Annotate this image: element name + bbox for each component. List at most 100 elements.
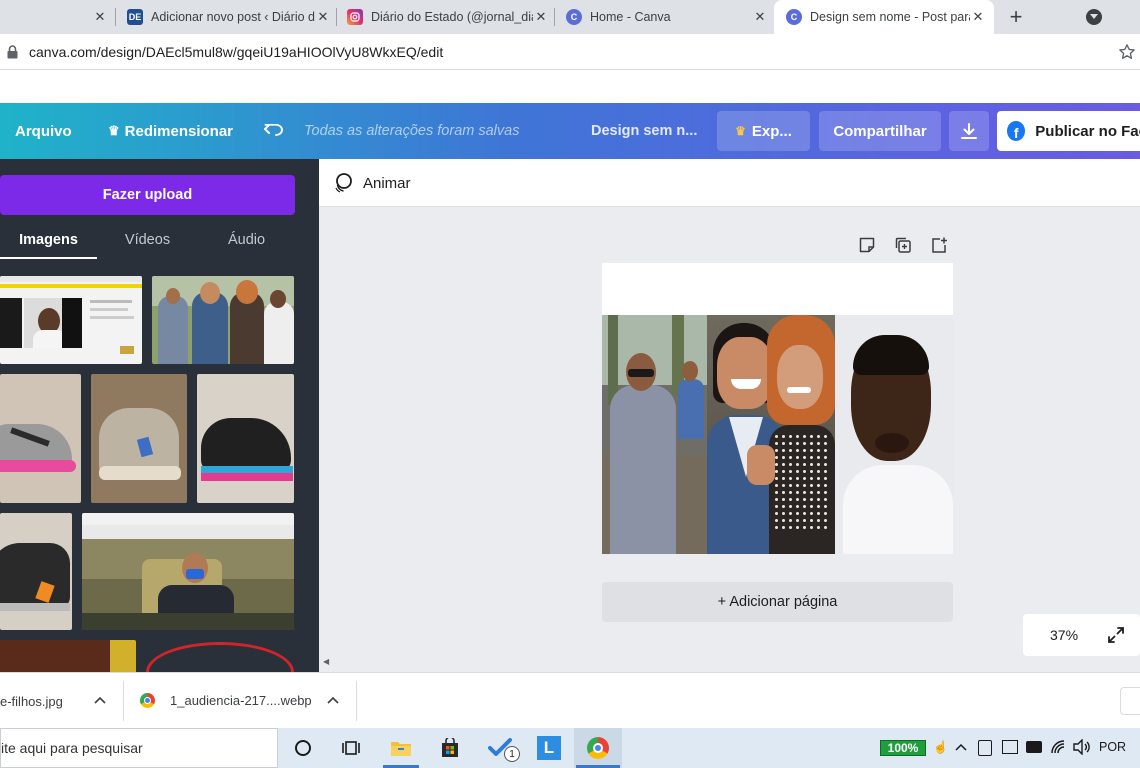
meet-icon[interactable] — [1002, 740, 1018, 754]
show-all-downloads-button[interactable] — [1120, 687, 1140, 715]
battery-icon[interactable] — [1026, 741, 1042, 753]
export-label: Exp... — [751, 122, 792, 140]
export-button[interactable]: ♛ Exp... — [717, 111, 810, 151]
touch-icon[interactable]: ☝ — [933, 740, 948, 756]
browser-tab-2[interactable]: DE Adicionar novo post ‹ Diário d ✕ — [117, 0, 337, 34]
collage-photo-left — [602, 315, 707, 554]
new-tab-button[interactable]: + — [1004, 4, 1028, 29]
design-page-canvas[interactable] — [602, 263, 953, 554]
page-notes-icon[interactable] — [858, 236, 876, 254]
tab-title: Design sem nome - Post para — [810, 10, 970, 24]
animate-label: Animar — [363, 174, 411, 192]
cortana-icon[interactable] — [283, 728, 323, 768]
save-status: Todas as alterações foram salvas — [304, 123, 520, 139]
close-icon[interactable]: ✕ — [315, 9, 331, 25]
file-menu-button[interactable]: Arquivo — [15, 103, 72, 159]
tab-audio[interactable]: Áudio — [198, 221, 295, 259]
undo-icon[interactable] — [263, 121, 285, 141]
add-page-button[interactable]: + Adicionar página — [602, 582, 953, 622]
tab-title: Adicionar novo post ‹ Diário d — [151, 10, 315, 24]
file-explorer-icon[interactable] — [381, 728, 421, 768]
todo-badge: 1 — [504, 746, 520, 762]
browser-tab-1[interactable]: ✕ — [0, 0, 116, 34]
upload-thumbnail-sneaker-1[interactable] — [0, 374, 81, 503]
tab-title: Diário do Estado (@jornal_dia — [371, 10, 533, 24]
upload-thumbnail-partial-red[interactable] — [146, 640, 294, 672]
upload-thumbnail-sneaker-2[interactable] — [91, 374, 187, 503]
device-icon[interactable] — [978, 740, 992, 756]
address-bar[interactable]: canva.com/design/DAEcl5mul8w/gqeiU19aHIO… — [0, 34, 1140, 70]
todo-icon[interactable]: 1 — [480, 728, 520, 768]
download-filename: e-filhos.jpg — [0, 693, 63, 709]
upload-thumbnail-group-photo[interactable] — [152, 276, 294, 364]
collage-photo-right — [835, 315, 953, 554]
battery-indicator[interactable]: 100% — [880, 740, 926, 756]
editor-toolbar: Animar — [319, 159, 1140, 207]
upload-thumbnail-partial[interactable] — [0, 640, 136, 672]
canva-header: Arquivo ♛ Redimensionar Todas as alteraç… — [0, 103, 1140, 159]
zoom-control: 37% — [1023, 614, 1140, 656]
fullscreen-icon[interactable] — [1107, 626, 1125, 644]
canva-icon: C — [786, 9, 802, 25]
zoom-level[interactable]: 37% — [1050, 627, 1078, 643]
download-item-1[interactable]: e-filhos.jpg — [0, 673, 123, 729]
publish-facebook-button[interactable]: f Publicar no Fac — [997, 111, 1140, 151]
crown-icon: ♛ — [735, 124, 746, 138]
upload-button[interactable]: Fazer upload — [0, 175, 295, 215]
wifi-icon[interactable] — [1050, 739, 1068, 755]
download-icon — [961, 123, 977, 139]
close-icon[interactable]: ✕ — [533, 9, 549, 25]
browser-tab-strip: ✕ DE Adicionar novo post ‹ Diário d ✕ Di… — [0, 0, 1140, 34]
upload-thumbnail-session-photo[interactable] — [82, 513, 294, 630]
lock-icon — [7, 45, 18, 59]
resize-label: Redimensionar — [124, 122, 234, 140]
bookmark-star-icon[interactable] — [1118, 43, 1136, 61]
volume-icon[interactable] — [1073, 739, 1091, 755]
app-l-icon[interactable]: L — [529, 728, 569, 768]
taskbar-search-box[interactable]: ite aqui para pesquisar — [0, 728, 278, 768]
tab-title: Home - Canva — [590, 10, 671, 24]
chevron-up-icon[interactable] — [94, 696, 106, 704]
language-indicator[interactable]: POR — [1099, 740, 1126, 754]
download-filename: 1_audiencia-217....webp — [170, 693, 312, 708]
instagram-icon — [347, 9, 363, 25]
browser-tab-3[interactable]: Diário do Estado (@jornal_dia ✕ — [337, 0, 555, 34]
upload-thumbnail-sneaker-3[interactable] — [197, 374, 294, 503]
store-icon[interactable] — [430, 728, 470, 768]
add-page-icon[interactable] — [930, 236, 948, 254]
chevron-up-icon[interactable] — [955, 742, 967, 752]
facebook-icon: f — [1007, 121, 1026, 141]
tab-search-icon[interactable] — [1086, 9, 1102, 25]
chrome-taskbar-icon[interactable] — [574, 728, 622, 768]
chevron-up-icon[interactable] — [327, 696, 339, 704]
browser-tab-5-active[interactable]: C Design sem nome - Post para ✕ — [774, 0, 994, 34]
share-button[interactable]: Compartilhar — [819, 111, 941, 151]
browser-tab-4[interactable]: C Home - Canva ✕ — [556, 0, 774, 34]
design-name[interactable]: Design sem n... — [591, 103, 697, 159]
close-icon[interactable]: ✕ — [752, 9, 768, 25]
tab-videos[interactable]: Vídeos — [98, 221, 197, 259]
resize-button[interactable]: ♛ Redimensionar — [108, 103, 233, 159]
close-icon[interactable]: ✕ — [92, 9, 108, 25]
close-icon[interactable]: ✕ — [970, 9, 986, 25]
windows-taskbar: ite aqui para pesquisar 1 L 100% ☝ POR — [0, 728, 1140, 768]
crown-icon: ♛ — [108, 123, 120, 138]
uploads-panel: Fazer upload Imagens Vídeos Áudio — [0, 159, 319, 672]
animate-button[interactable]: Animar — [333, 172, 411, 194]
upload-thumbnail-screenshot[interactable] — [0, 276, 142, 364]
scroll-left-icon[interactable]: ◀ — [323, 657, 331, 667]
chrome-icon — [140, 693, 155, 708]
active-tab-indicator — [0, 257, 97, 259]
publish-label: Publicar no Fac — [1035, 122, 1140, 140]
download-button[interactable] — [949, 111, 989, 151]
upload-thumbnail-sneaker-4[interactable] — [0, 513, 72, 630]
download-item-2[interactable]: 1_audiencia-217....webp — [124, 673, 356, 729]
tab-images[interactable]: Imagens — [0, 221, 97, 259]
de-icon: DE — [127, 9, 143, 25]
bookmarks-bar — [0, 70, 1140, 103]
task-view-icon[interactable] — [331, 728, 371, 768]
collage-photo[interactable] — [602, 315, 953, 554]
collage-photo-middle — [707, 315, 835, 554]
url-text[interactable]: canva.com/design/DAEcl5mul8w/gqeiU19aHIO… — [29, 44, 443, 60]
duplicate-page-icon[interactable] — [894, 236, 912, 254]
